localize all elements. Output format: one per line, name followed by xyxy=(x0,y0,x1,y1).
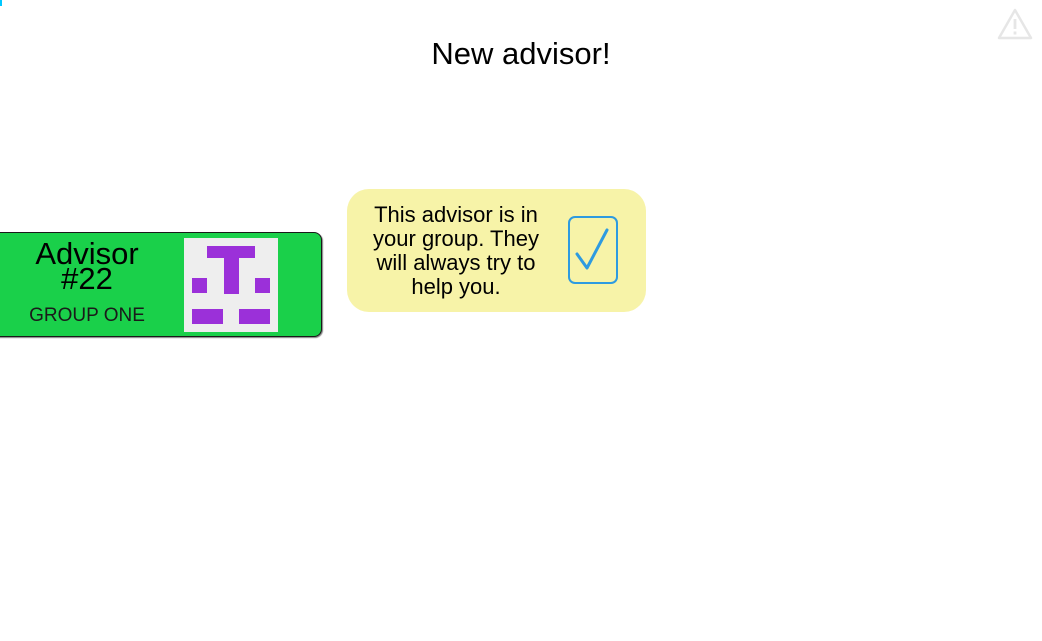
advisor-card[interactable]: Advisor #22 GROUP ONE xyxy=(0,232,322,337)
corner-marker xyxy=(0,0,2,6)
info-bubble: This advisor is in your group. They will… xyxy=(347,189,646,312)
advisor-group-label: GROUP ONE xyxy=(29,305,145,326)
checkmark-icon xyxy=(568,216,618,284)
advisor-avatar xyxy=(184,238,278,332)
info-message: This advisor is in your group. They will… xyxy=(373,202,539,299)
advisor-name: Advisor #22 xyxy=(35,236,139,296)
pixel-glyph-avatar-icon xyxy=(192,246,270,324)
page-title: New advisor! xyxy=(431,36,611,71)
